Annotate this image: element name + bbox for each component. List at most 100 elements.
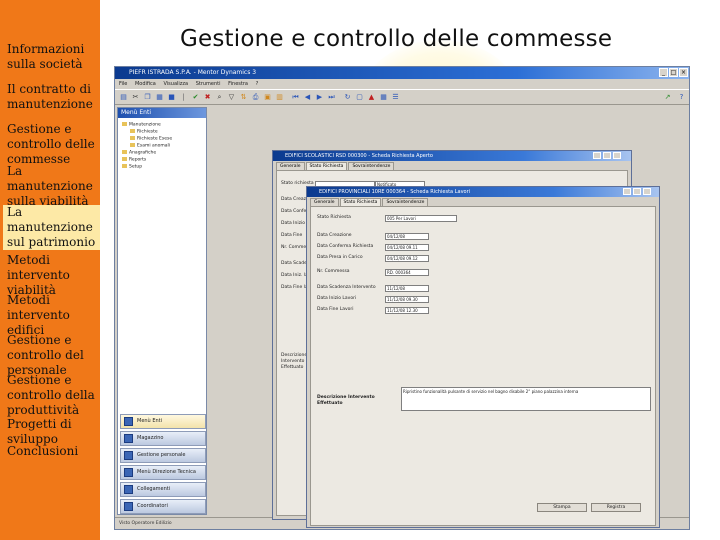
paste-icon[interactable]: ▦ [155,93,164,102]
label-descrizione-intervento: Descrizione Intervento Effettuato [317,395,375,406]
enti-icon [124,417,133,426]
label-fine: Data Fine [281,233,303,238]
window-icon[interactable]: ▢ [355,93,364,102]
left-nav: Informazioni sulla società Il contratto … [0,0,100,540]
nav-item-viabilita[interactable]: La manutenzione sulla viabilità [7,164,103,209]
field-data-inizio-lavori[interactable]: 11/12/08 09.30 [385,296,429,303]
dialog-front-maximize-icon[interactable] [633,188,641,195]
dialog-back-maximize-icon[interactable] [603,152,611,159]
refresh-icon[interactable]: ↻ [343,93,352,102]
folder-icon [122,150,127,154]
nav-item-informazioni[interactable]: Informazioni sulla società [7,42,103,72]
help-icon[interactable]: ? [677,93,686,102]
menu-button-personale[interactable]: Gestione personale [120,448,206,463]
label-data-presa-carico: Data Presa in Carico [317,255,363,260]
nav-item-conclusioni[interactable]: Conclusioni [7,444,103,459]
last-record-icon[interactable]: ⏭ [327,93,336,102]
nav-item-metodi-edifici[interactable]: Metodi intervento edifici [7,293,103,338]
menu-button-coordinatori[interactable]: Coordinatori [120,499,206,514]
menu-pane: Menù Enti Manutenzione Richieste Richies… [117,107,207,515]
close-icon[interactable]: × [679,68,688,77]
sort-icon[interactable]: ⇅ [239,93,248,102]
tree-item-richieste[interactable]: Richieste [130,129,158,136]
book-icon[interactable]: ▥ [275,93,284,102]
filter-icon[interactable]: ▽ [227,93,236,102]
dialog-back-tabs: Generale Stato Richiesta Sovraintendenze [276,162,395,171]
dialog-back-minimize-icon[interactable] [593,152,601,159]
label-inizio: Data Inizio [281,221,305,226]
label-nr-commessa: Nr. Commessa [317,269,350,274]
tree-item-esami[interactable]: Esami anomali [130,143,170,150]
label-data-scadenza: Data Scadenza Intervento [317,285,376,290]
dialog-front-minimize-icon[interactable] [623,188,631,195]
nav-item-commesse[interactable]: Gestione e controllo delle commesse [7,122,103,167]
coordinator-icon [124,502,133,511]
save-icon[interactable]: ■ [167,93,176,102]
field-descrizione-intervento[interactable]: Ripristino funzionalità pulsante di serv… [401,387,651,411]
cut-icon[interactable]: ✂ [131,93,140,102]
menu-modifica[interactable]: Modifica [135,81,156,87]
dialog-front-close-icon[interactable] [643,188,651,195]
print-icon[interactable]: ⎙ [251,93,260,102]
prev-record-icon[interactable]: ◀ [303,93,312,102]
nav-item-metodi-viabilita[interactable]: Metodi intervento viabilità [7,253,103,298]
menu-strumenti[interactable]: Strumenti [196,81,221,87]
status-left: Visto Operatore Edilizio [119,521,172,526]
tree-item-reports[interactable]: Reports [122,157,146,164]
graph-icon[interactable]: ↗ [663,93,672,102]
field-data-presa-carico[interactable]: 04/12/08 09.12 [385,255,429,262]
folder-icon [130,143,135,147]
dialog-front: EDIFICI PROVINCIALI 10RE 000364 - Scheda… [306,186,660,528]
print-button[interactable]: Stampa [537,503,587,512]
dialog-back-title: EDIFICI SCOLASTICI RSD 000300 - Scheda R… [273,151,631,161]
menu-button-magazzino[interactable]: Magazzino [120,431,206,446]
label-data-conferma: Data Conferma Richiesta [317,244,374,249]
menu-help[interactable]: ? [256,81,259,87]
next-record-icon[interactable]: ▶ [315,93,324,102]
dialog-front-tabs: Generale Stato Richiesta Sovraintendenze [310,198,429,207]
minimize-icon[interactable]: _ [659,68,668,77]
tree-item-setup[interactable]: Setup [122,164,142,171]
list-icon[interactable]: ☰ [391,93,400,102]
people-icon [124,451,133,460]
nav-item-personale[interactable]: Gestione e controllo del personale [7,333,103,378]
grid-icon[interactable]: ▦ [379,93,388,102]
menu-button-direzione[interactable]: Menù Direzione Tecnica [120,465,206,480]
folder-icon [122,157,127,161]
direction-icon [124,468,133,477]
menu-button-enti[interactable]: Menù Enti [120,414,206,429]
nav-item-contratto[interactable]: Il contratto di manutenzione [7,82,103,112]
menu-button-collegamenti[interactable]: Collegamenti [120,482,206,497]
link-icon [124,485,133,494]
first-record-icon[interactable]: ⏮ [291,93,300,102]
label-data-fine-lavori: Data Fine Lavori [317,307,354,312]
field-data-scadenza[interactable]: 11/12/08 [385,285,429,292]
label-data-inizio-lavori: Data Inizio Lavori [317,296,357,301]
nav-item-progetti[interactable]: Progetti di sviluppo [7,417,103,447]
field-stato-richiesta[interactable]: 005 Per Lavori [385,215,457,222]
delete-icon[interactable]: ✖ [203,93,212,102]
field-data-fine-lavori[interactable]: 11/12/08 12.30 [385,307,429,314]
page-title: Gestione e controllo delle commesse [180,26,613,52]
new-icon[interactable]: ▤ [119,93,128,102]
search-icon[interactable]: ⌕ [215,93,224,102]
alert-icon[interactable]: ▲ [367,93,376,102]
nav-item-patrimonio[interactable]: La manutenzione sul patrimonio [3,205,100,250]
field-data-conferma[interactable]: 04/12/08 09.11 [385,244,429,251]
confirm-icon[interactable]: ✔ [191,93,200,102]
save-button[interactable]: Registra [591,503,641,512]
nav-item-produttivita[interactable]: Gestione e controllo della produttività [7,373,103,418]
field-nr-commessa[interactable]: RD. 000364 [385,269,429,276]
maximize-icon[interactable]: □ [669,68,678,77]
copy-icon[interactable]: ❐ [143,93,152,102]
folder-icon[interactable]: ▣ [263,93,272,102]
menu-visualizza[interactable]: Visualizza [163,81,188,87]
tree-item-anagrafiche[interactable]: Anagrafiche [122,150,156,157]
field-data-creazione[interactable]: 04/12/08 [385,233,429,240]
dialog-back-close-icon[interactable] [613,152,621,159]
warehouse-icon [124,434,133,443]
menu-file[interactable]: File [119,81,127,87]
menu-finestra[interactable]: Finestra [228,81,248,87]
tree-item-richieste-esese[interactable]: Richieste Esese [130,136,172,143]
tree-item-manutenzione[interactable]: Manutenzione [122,122,161,129]
